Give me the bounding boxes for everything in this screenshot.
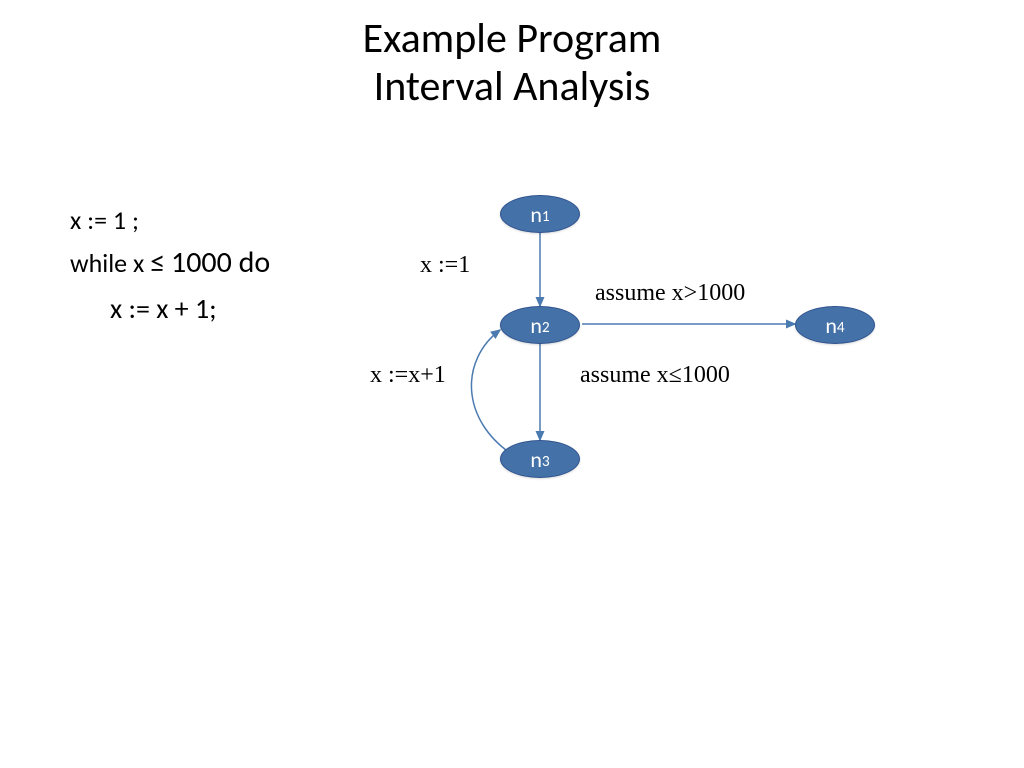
edge-label-x-assign-xp1: x :=x+1 — [370, 362, 446, 389]
node-n4: n4 — [795, 306, 875, 344]
code-line-3: x := x + 1; — [70, 287, 270, 330]
node-n2: n2 — [500, 306, 580, 344]
node-n1: n1 — [500, 195, 580, 233]
node-n1-sub: 1 — [542, 207, 550, 226]
node-n1-letter: n — [530, 201, 542, 228]
node-n2-letter: n — [530, 312, 542, 339]
title-line-2: Interval Analysis — [0, 63, 1024, 111]
code-line-2-prefix: while x — [70, 247, 144, 279]
slide-title: Example Program Interval Analysis — [0, 15, 1024, 112]
edge-label-assume-gt: assume x>1000 — [595, 280, 745, 307]
node-n3-letter: n — [530, 446, 542, 473]
node-n3-sub: 3 — [542, 452, 550, 471]
edge-label-assume-le: assume x≤1000 — [580, 362, 730, 389]
node-n4-letter: n — [825, 312, 837, 339]
code-line-2: while x ≤ 1000 do — [70, 240, 270, 287]
node-n3: n3 — [500, 440, 580, 478]
title-line-1: Example Program — [0, 15, 1024, 63]
code-line-1: x := 1 ; — [70, 200, 270, 240]
code-block: x := 1 ; while x ≤ 1000 do x := x + 1; — [70, 200, 270, 330]
code-line-2-suffix: 1000 do — [171, 244, 270, 281]
edge-label-x-assign-1: x :=1 — [420, 252, 470, 279]
edge-n3-n2 — [471, 330, 513, 455]
node-n2-sub: 2 — [542, 318, 550, 337]
graph-edges — [0, 0, 1024, 768]
node-n4-sub: 4 — [837, 318, 845, 337]
code-line-2-op: ≤ — [150, 244, 165, 281]
